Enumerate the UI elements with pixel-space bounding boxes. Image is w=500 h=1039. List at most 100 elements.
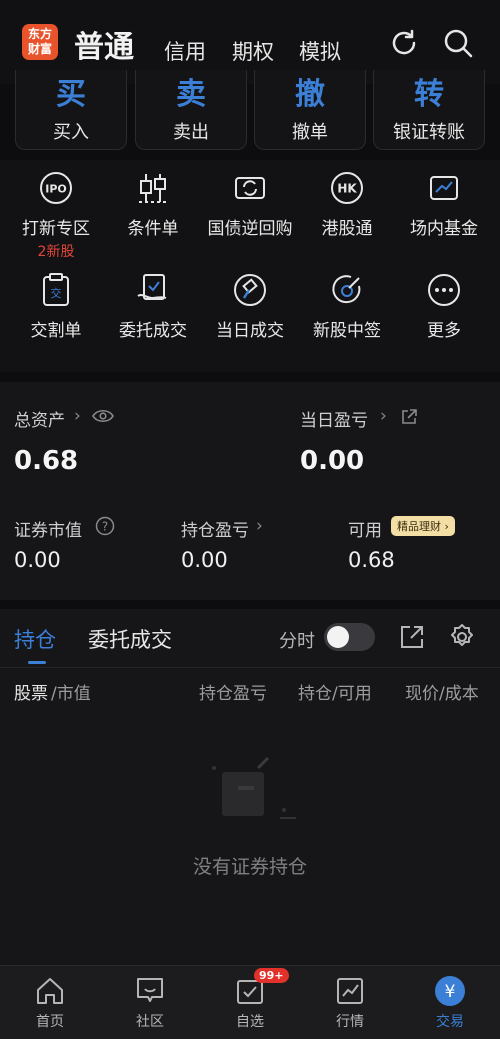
tab-holdings[interactable]: 持仓 <box>14 624 56 654</box>
grid-label-settlement: 交割单 <box>30 321 82 341</box>
grid-label-ipo-win: 新股中签 <box>313 321 381 341</box>
trade-icon: ¥ <box>435 976 465 1006</box>
tab-normal[interactable]: 普通 <box>74 22 134 66</box>
tab-orders-deals[interactable]: 委托成交 <box>88 624 172 654</box>
cancel-label: 撤单 <box>292 122 328 143</box>
condition-order-icon <box>139 174 167 203</box>
svg-text:?: ? <box>102 520 108 534</box>
search-icon[interactable] <box>441 26 475 60</box>
ipo-count-badge: 2新股 <box>37 244 75 260</box>
settlement-icon: 交 <box>43 273 69 306</box>
tab-active-indicator <box>28 661 46 664</box>
grid-item-etf-fund[interactable]: 场内基金 <box>394 170 494 239</box>
daily-pl-label[interactable]: 当日盈亏 <box>300 406 368 431</box>
watchlist-count-badge: 99+ <box>254 968 289 983</box>
grid-label-hk-stock: 港股通 <box>321 219 373 239</box>
grid-label-today-deal: 当日成交 <box>216 321 284 341</box>
ipo-win-icon <box>332 275 361 304</box>
nav-home[interactable]: 首页 <box>0 975 100 1031</box>
sell-glyph: 卖 <box>176 77 206 112</box>
col-market-value: /市值 <box>51 684 91 704</box>
nav-watchlist[interactable]: 自选 <box>200 975 300 1031</box>
intraday-toggle[interactable] <box>324 623 375 651</box>
eye-icon[interactable] <box>92 408 114 424</box>
holding-pl-label[interactable]: 持仓盈亏 <box>181 516 249 541</box>
grid-item-order-deal[interactable]: 委托成交 <box>103 272 203 341</box>
sell-label: 卖出 <box>173 122 209 143</box>
ipo-icon: IPO <box>40 172 72 204</box>
grid-label-ipo: 打新专区 <box>22 219 90 239</box>
hk-icon-text: HK <box>337 182 357 196</box>
reverse-repo-icon <box>235 177 265 199</box>
buy-label: 买入 <box>53 122 89 143</box>
grid-item-ipo-win[interactable]: 新股中签 <box>297 272 397 341</box>
available-value: 0.68 <box>348 548 395 572</box>
nav-label-home: 首页 <box>36 1014 64 1030</box>
nav-label-trade: 交易 <box>436 1014 464 1030</box>
chevron-right-icon[interactable]: › <box>256 516 263 536</box>
tab-divider <box>0 667 500 668</box>
col-price-cost[interactable]: 现价/成本 <box>405 679 485 704</box>
col-stock: 股票 <box>14 684 48 704</box>
transfer-glyph: 转 <box>414 77 444 112</box>
nav-label-market: 行情 <box>336 1014 364 1030</box>
wealth-promo-badge[interactable]: 精品理财 › <box>391 516 455 536</box>
grid-label-more: 更多 <box>427 321 461 341</box>
external-link-icon[interactable] <box>400 408 418 426</box>
nav-community[interactable]: 社区 <box>100 975 200 1031</box>
market-value: 0.00 <box>14 548 61 572</box>
svg-text:¥: ¥ <box>445 982 456 1002</box>
share-icon[interactable] <box>399 624 425 650</box>
col-position[interactable]: 持仓/可用 <box>298 679 372 704</box>
grid-item-hk-stock[interactable]: HK 港股通 <box>297 170 397 239</box>
grid-item-condition-order[interactable]: 条件单 <box>103 170 203 239</box>
tab-credit[interactable]: 信用 <box>164 36 206 66</box>
total-assets-label[interactable]: 总资产 <box>14 406 65 431</box>
grid-item-ipo[interactable]: IPO 打新专区 2新股 <box>6 170 106 261</box>
nav-market[interactable]: 行情 <box>300 975 400 1031</box>
home-icon <box>37 978 63 1004</box>
col-holding-pl[interactable]: 持仓盈亏 <box>199 679 267 704</box>
total-assets-value: 0.68 <box>14 446 79 476</box>
order-deal-icon <box>137 274 167 300</box>
grid-item-reverse-repo[interactable]: 国债逆回购 <box>200 170 300 239</box>
chevron-right-icon[interactable]: › <box>380 406 387 426</box>
grid-item-more[interactable]: 更多 <box>394 272 494 341</box>
buy-glyph: 买 <box>56 77 86 112</box>
etf-fund-icon <box>430 176 458 200</box>
grid-item-today-deal[interactable]: 当日成交 <box>200 272 300 341</box>
help-icon[interactable]: ? <box>95 516 115 536</box>
cancel-order-button[interactable]: 撤 撤单 <box>254 70 366 150</box>
more-icon <box>428 274 460 306</box>
available-label: 可用 <box>348 521 382 541</box>
tab-simulation[interactable]: 模拟 <box>299 36 341 66</box>
hk-stock-icon: HK <box>331 172 363 204</box>
community-icon <box>137 978 163 1002</box>
empty-box-icon <box>212 756 296 819</box>
transfer-label: 银证转账 <box>393 122 465 143</box>
grid-label-order-deal: 委托成交 <box>119 321 187 341</box>
settlement-icon-text: 交 <box>51 286 62 300</box>
app-logo: 东方 财富 <box>22 24 58 60</box>
grid-label-etf-fund: 场内基金 <box>410 219 478 239</box>
cancel-glyph: 撤 <box>295 77 325 112</box>
today-deal-icon <box>234 274 266 306</box>
holding-pl-value: 0.00 <box>181 548 228 572</box>
bank-transfer-button[interactable]: 转 银证转账 <box>373 70 485 150</box>
empty-state-text: 没有证券持仓 <box>192 856 307 878</box>
tab-options[interactable]: 期权 <box>232 36 274 66</box>
market-value-label: 证券市值 <box>14 521 82 541</box>
settings-icon[interactable] <box>448 623 476 651</box>
sell-button[interactable]: 卖 卖出 <box>135 70 247 150</box>
nav-trade[interactable]: ¥ 交易 <box>400 975 500 1031</box>
nav-label-watchlist: 自选 <box>236 1014 264 1030</box>
intraday-toggle-label: 分时 <box>279 631 315 652</box>
grid-item-settlement[interactable]: 交 交割单 <box>6 272 106 341</box>
ipo-icon-text: IPO <box>45 183 67 196</box>
grid-label-reverse-repo: 国债逆回购 <box>207 219 293 239</box>
daily-pl-value: 0.00 <box>300 446 365 476</box>
buy-button[interactable]: 买 买入 <box>15 70 127 150</box>
nav-label-community: 社区 <box>136 1014 164 1030</box>
refresh-icon[interactable] <box>387 26 421 60</box>
chevron-right-icon[interactable]: › <box>74 406 81 426</box>
